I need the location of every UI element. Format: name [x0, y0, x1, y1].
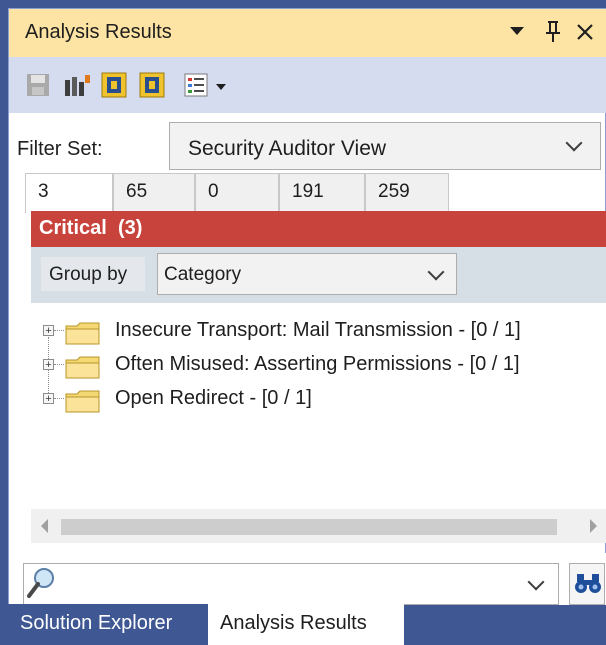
bottom-tab-strip: Solution Explorer Analysis Results — [0, 604, 606, 645]
filter-set-value: Security Auditor View — [188, 137, 387, 160]
tab-medium[interactable]: 0 — [195, 173, 279, 211]
scroll-left-icon[interactable] — [41, 519, 48, 533]
tab-label: 0 — [208, 181, 219, 202]
panel-title: Analysis Results — [25, 21, 172, 43]
tab-solution-explorer[interactable]: Solution Explorer — [8, 604, 208, 645]
tab-all[interactable]: 259 — [365, 173, 449, 211]
tab-low[interactable]: 191 — [279, 173, 365, 211]
binoculars-icon — [574, 572, 602, 601]
group-by-value: Category — [164, 264, 242, 285]
group-by-button[interactable]: Group by — [41, 257, 145, 291]
group-by-select[interactable]: Category — [157, 253, 457, 295]
severity-count: (3) — [117, 217, 143, 239]
chevron-down-icon — [565, 134, 583, 152]
search-input[interactable] — [23, 563, 559, 605]
close-icon[interactable] — [573, 19, 597, 45]
fortify-icon[interactable] — [139, 72, 165, 98]
search-row — [9, 553, 606, 605]
scrollbar-thumb[interactable] — [61, 519, 557, 535]
severity-label: Critical — [39, 217, 107, 239]
tree-item[interactable]: + Open Redirect - [0 / 1] — [31, 381, 606, 415]
horizontal-scrollbar[interactable] — [31, 509, 606, 543]
severity-header: Critical (3) — [31, 211, 606, 247]
group-by-row: Group by Category — [31, 247, 606, 303]
tree-item[interactable]: + Often Misused: Asserting Permissions -… — [31, 347, 606, 381]
tree-item-label: Often Misused: Asserting Permissions - [… — [115, 353, 520, 375]
chevron-down-icon[interactable] — [527, 573, 545, 591]
find-button[interactable] — [569, 563, 605, 605]
issues-tree: + Insecure Transport: Mail Transmission … — [31, 303, 606, 509]
tree-item-label: Insecure Transport: Mail Transmission - … — [115, 319, 521, 341]
triangle-down-icon[interactable] — [505, 19, 529, 45]
tree-item[interactable]: + Insecure Transport: Mail Transmission … — [31, 313, 606, 347]
tree-item-label: Open Redirect - [0 / 1] — [115, 387, 312, 409]
tab-label: 3 — [38, 181, 49, 202]
expand-plus-icon[interactable]: + — [43, 325, 54, 337]
folder-icon — [65, 389, 101, 413]
fortify-icon[interactable] — [101, 72, 127, 98]
tab-label: 191 — [292, 181, 324, 202]
analysis-results-panel: Analysis Results Filter Set: Security Au… — [8, 8, 606, 605]
filter-set-select[interactable]: Security Auditor View — [169, 122, 601, 170]
filter-set-label: Filter Set: — [17, 138, 103, 160]
folder-icon — [65, 321, 101, 345]
report-list-icon[interactable] — [183, 72, 209, 98]
expand-plus-icon[interactable]: + — [43, 359, 54, 371]
magnifier-icon — [26, 566, 56, 605]
audit-workbench-icon[interactable] — [63, 72, 90, 98]
tab-critical[interactable]: 3 — [25, 173, 113, 213]
scroll-right-icon[interactable] — [590, 519, 597, 533]
toolbar — [9, 57, 606, 113]
folder-icon — [65, 355, 101, 379]
tab-analysis-results[interactable]: Analysis Results — [208, 604, 404, 645]
panel-title-bar: Analysis Results — [9, 9, 606, 57]
pin-icon[interactable] — [541, 19, 565, 45]
tab-label: Analysis Results — [220, 612, 367, 634]
chevron-down-icon — [427, 263, 445, 281]
expand-plus-icon[interactable]: + — [43, 393, 54, 405]
tab-label: Solution Explorer — [20, 612, 173, 634]
triangle-down-icon[interactable] — [215, 79, 227, 91]
tab-high[interactable]: 65 — [113, 173, 195, 211]
save-icon[interactable] — [25, 72, 51, 98]
tab-label: 259 — [378, 181, 410, 202]
tab-label: 65 — [126, 181, 148, 202]
